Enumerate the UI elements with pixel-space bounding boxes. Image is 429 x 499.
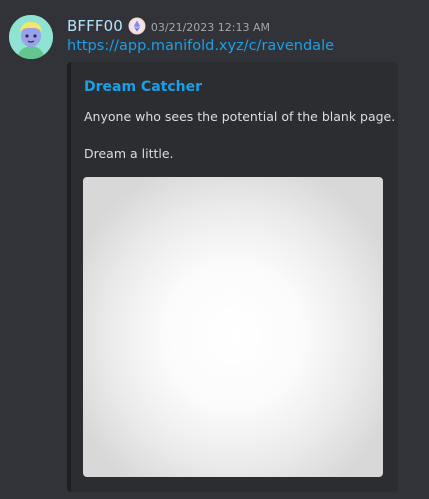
cartoon-avatar-icon bbox=[9, 15, 53, 59]
embed-image[interactable] bbox=[83, 177, 383, 477]
user-avatar[interactable] bbox=[9, 15, 53, 59]
chat-message: BFFF00 03/21/2023 12:13 AM https://app.m… bbox=[0, 0, 429, 499]
message-link[interactable]: https://app.manifold.xyz/c/ravendale bbox=[67, 38, 334, 54]
embed-title[interactable]: Dream Catcher bbox=[84, 79, 202, 95]
ethereum-diamond-icon[interactable] bbox=[128, 17, 146, 35]
embed-description-line: Dream a little. bbox=[84, 146, 174, 161]
username[interactable]: BFFF00 bbox=[67, 17, 123, 35]
link-embed: Dream Catcher Anyone who sees the potent… bbox=[67, 62, 398, 492]
embed-description-line: Anyone who sees the potential of the bla… bbox=[84, 109, 396, 124]
message-timestamp: 03/21/2023 12:13 AM bbox=[150, 20, 270, 34]
message-header: BFFF00 03/21/2023 12:13 AM bbox=[67, 16, 270, 36]
